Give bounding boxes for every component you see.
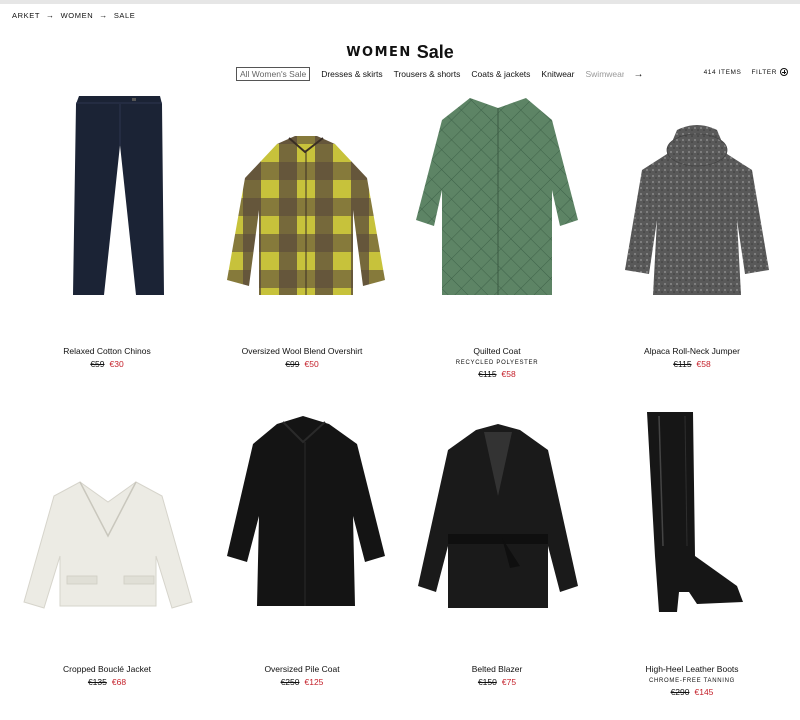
page-title: WOMEN Sale: [0, 32, 800, 69]
page-title-sale: Sale: [416, 42, 454, 63]
sale-price: €50: [304, 359, 319, 369]
product-name[interactable]: Relaxed Cotton Chinos: [12, 346, 202, 356]
original-price: €115: [478, 369, 497, 379]
product-name[interactable]: Cropped Bouclé Jacket: [12, 664, 202, 674]
filter-label: FILTER: [751, 68, 777, 76]
original-price: €250: [280, 677, 300, 687]
product-image-boucle-jacket[interactable]: [12, 406, 202, 616]
product-image-jumper[interactable]: [597, 90, 787, 300]
product-image-pile-coat[interactable]: [207, 406, 397, 616]
tab-swimwear[interactable]: Swimwear: [586, 69, 624, 79]
sale-price: €125: [304, 677, 324, 687]
product-name[interactable]: Alpaca Roll-Neck Jumper: [597, 346, 787, 356]
product-tag: CHROME-FREE TANNING: [648, 678, 736, 684]
product-price: €250 €125: [207, 677, 397, 687]
breadcrumb-arket[interactable]: ARKET: [12, 11, 40, 20]
sale-price: €75: [501, 677, 517, 687]
original-price: €290: [670, 687, 690, 697]
product-image-boots[interactable]: [597, 406, 787, 616]
product-name[interactable]: High-Heel Leather Boots: [597, 664, 787, 674]
product-name[interactable]: Oversized Wool Blend Overshirt: [207, 346, 397, 356]
tab-trousers-shorts[interactable]: Trousers & shorts: [394, 69, 461, 79]
page-title-category: WOMEN: [346, 45, 412, 61]
product-name[interactable]: Quilted Coat: [402, 346, 592, 356]
original-price: €150: [477, 677, 497, 687]
tab-dresses-skirts[interactable]: Dresses & skirts: [321, 69, 382, 79]
product-image-blazer[interactable]: [402, 406, 592, 616]
sale-price: €30: [109, 359, 124, 369]
breadcrumb: ARKET → WOMEN → SALE: [12, 11, 135, 20]
breadcrumb-arrow-icon: →: [99, 11, 108, 20]
listing-meta: 414 ITEMS FILTER: [704, 68, 788, 76]
tab-all-womens-sale[interactable]: All Women's Sale: [236, 67, 311, 81]
product-price: €115 €58: [402, 369, 592, 379]
filter-button[interactable]: FILTER: [751, 68, 788, 76]
plus-circle-icon: [780, 68, 788, 76]
product-price: €115 €58: [597, 359, 787, 369]
tab-knitwear[interactable]: Knitwear: [541, 69, 574, 79]
sale-price: €145: [694, 687, 714, 697]
product-name[interactable]: Belted Blazer: [402, 664, 592, 674]
tab-coats-jackets[interactable]: Coats & jackets: [471, 69, 530, 79]
breadcrumb-sale[interactable]: SALE: [114, 11, 136, 20]
original-price: €99: [285, 359, 300, 369]
items-count: 414 ITEMS: [703, 68, 742, 76]
product-name[interactable]: Oversized Pile Coat: [207, 664, 397, 674]
product-image-quilted-coat[interactable]: [402, 90, 592, 300]
sale-price: €58: [501, 369, 516, 379]
product-price: €59 €30: [12, 359, 202, 369]
sale-price: €58: [696, 359, 711, 369]
breadcrumb-women[interactable]: WOMEN: [61, 11, 94, 20]
product-tag: RECYCLED POLYESTER: [455, 360, 539, 366]
breadcrumb-arrow-icon: →: [46, 11, 55, 20]
product-price: €150 €75: [402, 677, 592, 687]
original-price: €115: [673, 359, 692, 369]
top-divider: [0, 0, 800, 4]
product-image-chinos[interactable]: [12, 90, 202, 300]
original-price: €59: [90, 359, 105, 369]
original-price: €135: [87, 677, 107, 687]
category-nav: All Women's Sale Dresses & skirts Trouse…: [236, 67, 644, 81]
product-image-overshirt[interactable]: [207, 90, 397, 300]
sale-price: €68: [111, 677, 127, 687]
product-price: €290 €145: [597, 687, 787, 697]
product-price: €135 €68: [12, 677, 202, 687]
arrow-right-icon[interactable]: →: [634, 69, 644, 80]
product-price: €99 €50: [207, 359, 397, 369]
